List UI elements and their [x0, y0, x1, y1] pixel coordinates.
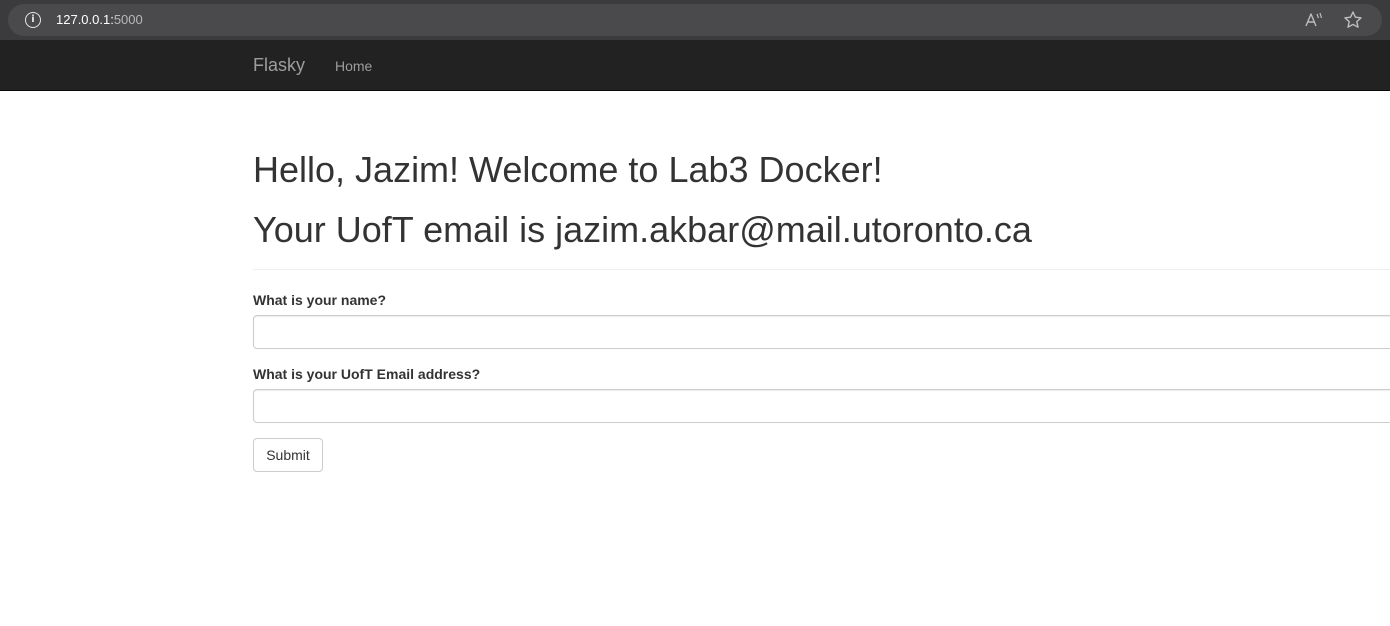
browser-toolbar: i 127.0.0.1:5000	[0, 0, 1390, 40]
navbar: Flasky Home	[0, 40, 1390, 91]
email-label: What is your UofT Email address?	[253, 366, 481, 382]
address-bar[interactable]	[8, 4, 1382, 36]
greeting-heading: Hello, Jazim! Welcome to Lab3 Docker!	[253, 149, 883, 190]
info-icon[interactable]: i	[25, 12, 41, 28]
email-input[interactable]	[253, 389, 1390, 423]
name-label: What is your name?	[253, 292, 387, 308]
url-port: 5000	[113, 12, 143, 27]
star-outline-icon[interactable]	[1343, 10, 1363, 30]
url-host: 127.0.0.1:	[56, 12, 114, 27]
email-heading: Your UofT email is jazim.akbar@mail.utor…	[253, 209, 1032, 250]
nav-link-home[interactable]: Home	[335, 57, 372, 75]
page-header-divider	[253, 269, 1390, 270]
navbar-brand[interactable]: Flasky	[253, 54, 305, 76]
read-aloud-icon[interactable]	[1304, 11, 1324, 29]
submit-button[interactable]: Submit	[253, 438, 323, 472]
url-text[interactable]: 127.0.0.1:5000	[56, 12, 143, 28]
name-input[interactable]	[253, 315, 1390, 349]
